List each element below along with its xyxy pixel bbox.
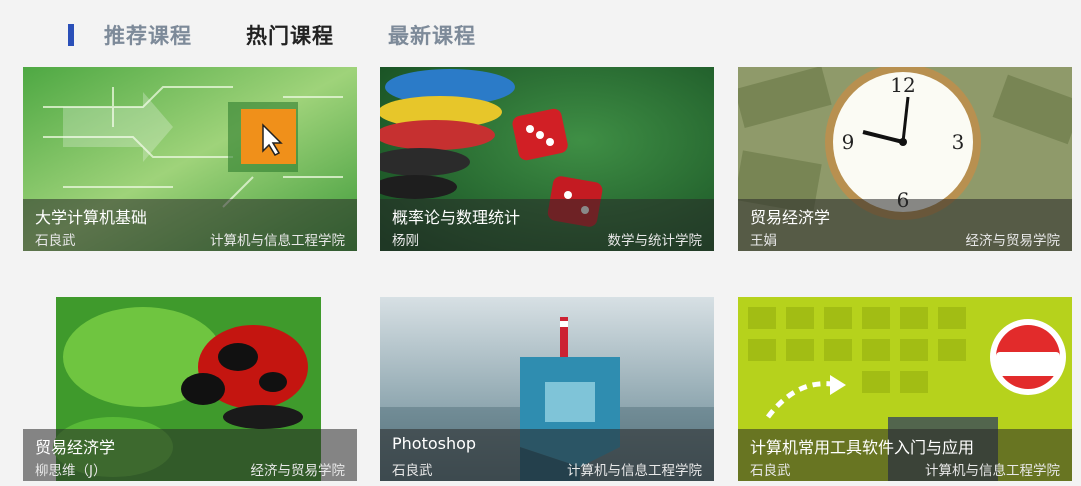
course-caption: Photoshop 石良武 计算机与信息工程学院 bbox=[380, 429, 714, 481]
course-school: 计算机与信息工程学院 bbox=[925, 463, 1060, 479]
course-teacher: 杨刚 bbox=[392, 233, 419, 249]
course-teacher: 石良武 bbox=[392, 463, 433, 479]
course-school: 经济与贸易学院 bbox=[250, 463, 346, 479]
course-tabs: 推荐课程 热门课程 最新课程 bbox=[68, 20, 530, 50]
svg-text:3: 3 bbox=[952, 130, 965, 154]
course-card[interactable]: 123 69 贸易经济学 王娟 经济与贸易学院 bbox=[738, 67, 1072, 251]
course-title[interactable]: 贸易经济学 bbox=[750, 204, 830, 228]
course-card[interactable]: 计算机常用工具软件入门与应用 石良武 计算机与信息工程学院 bbox=[738, 297, 1072, 481]
course-teacher: 石良武 bbox=[35, 233, 76, 249]
course-card[interactable]: 概率论与数理统计 杨刚 数学与统计学院 bbox=[380, 67, 714, 251]
tab-recommended[interactable]: 推荐课程 bbox=[104, 20, 192, 50]
course-teacher: 柳思维（J） bbox=[35, 463, 107, 479]
course-title[interactable]: Photoshop bbox=[392, 434, 476, 453]
course-school: 经济与贸易学院 bbox=[965, 233, 1061, 249]
course-caption: 贸易经济学 王娟 经济与贸易学院 bbox=[738, 199, 1072, 251]
course-school: 数学与统计学院 bbox=[607, 233, 703, 249]
course-caption: 计算机常用工具软件入门与应用 石良武 计算机与信息工程学院 bbox=[738, 429, 1072, 481]
course-card[interactable]: 大学计算机基础 石良武 计算机与信息工程学院 bbox=[23, 67, 357, 251]
svg-text:12: 12 bbox=[890, 73, 915, 97]
course-title[interactable]: 大学计算机基础 bbox=[35, 204, 147, 228]
course-title[interactable]: 贸易经济学 bbox=[35, 434, 115, 458]
svg-text:9: 9 bbox=[842, 130, 855, 154]
tab-marker bbox=[68, 24, 74, 46]
course-card[interactable]: 贸易经济学 柳思维（J） 经济与贸易学院 bbox=[23, 297, 357, 481]
course-teacher: 石良武 bbox=[750, 463, 791, 479]
course-card[interactable]: Photoshop 石良武 计算机与信息工程学院 bbox=[380, 297, 714, 481]
course-teacher: 王娟 bbox=[750, 233, 777, 249]
tab-newest[interactable]: 最新课程 bbox=[388, 20, 476, 50]
course-caption: 大学计算机基础 石良武 计算机与信息工程学院 bbox=[23, 199, 357, 251]
course-school: 计算机与信息工程学院 bbox=[567, 463, 702, 479]
course-caption: 贸易经济学 柳思维（J） 经济与贸易学院 bbox=[23, 429, 357, 481]
course-school: 计算机与信息工程学院 bbox=[210, 233, 345, 249]
course-caption: 概率论与数理统计 杨刚 数学与统计学院 bbox=[380, 199, 714, 251]
course-title[interactable]: 计算机常用工具软件入门与应用 bbox=[750, 434, 974, 458]
tab-popular[interactable]: 热门课程 bbox=[246, 20, 334, 50]
course-title[interactable]: 概率论与数理统计 bbox=[392, 204, 520, 228]
